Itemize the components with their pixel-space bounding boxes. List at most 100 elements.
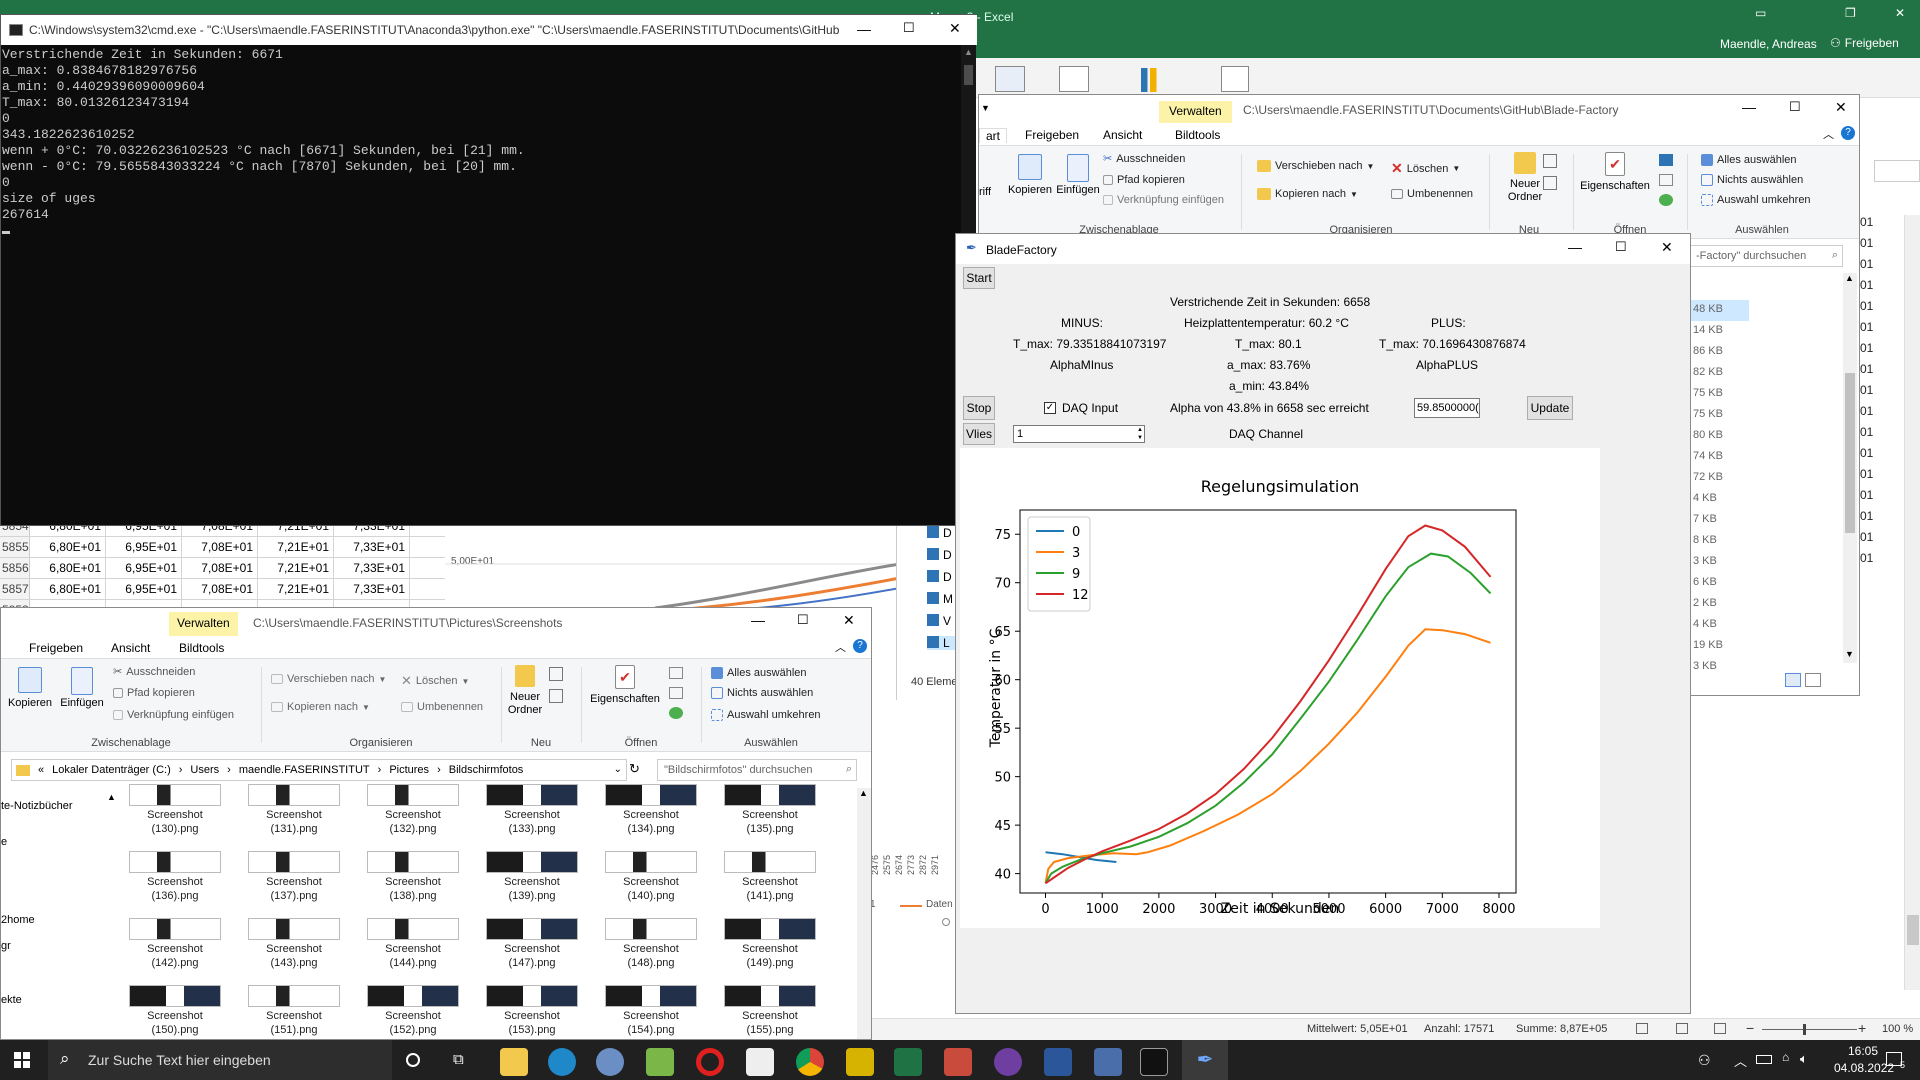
status-sum[interactable]: Summe: 8,87E+05 bbox=[1516, 1023, 1607, 1035]
file-thumbnail[interactable]: Screenshot (140).png bbox=[603, 851, 699, 903]
new-folder-button[interactable]: Neuer Ordner bbox=[505, 665, 545, 717]
tab-start[interactable]: art bbox=[979, 128, 1008, 143]
excel-cell[interactable]: 6,80E+01 bbox=[30, 558, 106, 578]
files-vscroll[interactable]: ▲ bbox=[857, 788, 871, 1039]
excel-cell[interactable]: 7,21E+01 bbox=[258, 579, 334, 599]
scroll-down-icon[interactable]: ▼ bbox=[1845, 649, 1854, 659]
refresh-icon[interactable]: ↻ bbox=[629, 761, 640, 777]
scroll-thumb[interactable] bbox=[1845, 373, 1855, 533]
update-button[interactable]: Update bbox=[1527, 396, 1573, 420]
paste-button[interactable]: Einfügen bbox=[1051, 154, 1105, 196]
quick-access-dropdown-icon[interactable]: ▼ bbox=[981, 103, 990, 113]
scroll-up-icon[interactable]: ▲ bbox=[964, 47, 973, 57]
copy-button[interactable]: Kopieren bbox=[1005, 154, 1055, 196]
breadcrumb-drive[interactable]: Lokaler Datenträger (C:) bbox=[52, 764, 171, 776]
excel-edge-cell[interactable]: 01 bbox=[1860, 278, 1880, 299]
windows-start-icon[interactable] bbox=[14, 1052, 30, 1068]
file-explorer-icon[interactable] bbox=[500, 1048, 528, 1076]
cut-button[interactable]: ✂ Ausschneiden bbox=[1103, 152, 1185, 166]
notepad-plus-icon[interactable] bbox=[646, 1048, 674, 1076]
ribbon-collapse-icon[interactable]: ︿ bbox=[1823, 126, 1834, 142]
select-all-button[interactable]: Alles auswählen bbox=[1701, 154, 1797, 166]
zoom-slider[interactable] bbox=[1762, 1029, 1857, 1030]
maximize-icon[interactable]: ☐ bbox=[797, 612, 809, 628]
excel-edge-cell[interactable]: 01 bbox=[1860, 551, 1880, 572]
excel-cell[interactable]: 7,33E+01 bbox=[334, 579, 410, 599]
file-thumbnail[interactable]: Screenshot (144).png bbox=[365, 918, 461, 970]
excel-edge-cell[interactable]: 01 bbox=[1860, 257, 1880, 278]
help-icon[interactable]: ? bbox=[853, 639, 867, 653]
copy-path-button[interactable]: Pfad kopieren bbox=[113, 687, 195, 699]
tab-picture-tools[interactable]: Bildtools bbox=[1171, 128, 1225, 142]
volume-icon[interactable]: 🔈︎ bbox=[1800, 1051, 1808, 1067]
ribbon-collapse-icon[interactable]: ︿ bbox=[835, 639, 846, 655]
delete-button[interactable]: ✕ Löschen ▼ bbox=[1391, 160, 1460, 177]
zoom-out-icon[interactable]: − bbox=[1746, 1020, 1754, 1036]
people-icon[interactable]: ⚇ bbox=[1698, 1052, 1711, 1069]
excel-edge-cell[interactable]: 01 bbox=[1860, 509, 1880, 530]
minimize-icon[interactable]: — bbox=[1742, 99, 1756, 115]
zoom-level[interactable]: 100 % bbox=[1882, 1023, 1913, 1035]
excel-cell[interactable]: 7,08E+01 bbox=[182, 558, 258, 578]
excel-edge-cell[interactable]: 01 bbox=[1860, 215, 1880, 236]
address-dropdown-icon[interactable]: ⌄ bbox=[614, 764, 622, 775]
excel-vscrollbar[interactable] bbox=[1904, 215, 1920, 990]
file-thumbnail[interactable]: Screenshot (152).png bbox=[365, 985, 461, 1037]
bar-chart-icon[interactable] bbox=[1141, 68, 1163, 92]
paste-button[interactable]: Einfügen bbox=[55, 667, 109, 709]
app-icon[interactable] bbox=[746, 1048, 774, 1076]
search-box[interactable]: "Bildschirmfotos" durchsuchen ⌕ bbox=[657, 759, 857, 781]
excel-user[interactable]: Maendle, Andreas bbox=[1720, 37, 1817, 51]
excel-edge-cell[interactable]: 01 bbox=[1860, 236, 1880, 257]
page-break-icon[interactable] bbox=[1714, 1023, 1726, 1034]
excel-icon[interactable] bbox=[894, 1048, 922, 1076]
help-icon[interactable]: ? bbox=[1841, 126, 1855, 140]
excel-edge-cell[interactable]: 01 bbox=[1860, 446, 1880, 467]
close-icon[interactable]: ✕ bbox=[949, 20, 961, 37]
history-icon[interactable] bbox=[669, 707, 683, 719]
excel-cell[interactable]: 7,33E+01 bbox=[334, 558, 410, 578]
maximize-icon[interactable]: ☐ bbox=[1615, 239, 1627, 255]
battery-icon[interactable] bbox=[1756, 1055, 1772, 1064]
excel-cell[interactable]: 6,95E+01 bbox=[106, 537, 182, 557]
row-header[interactable]: 5856 bbox=[0, 558, 30, 578]
scroll-thumb[interactable] bbox=[964, 65, 973, 85]
excel-edge-cell[interactable]: 01 bbox=[1860, 530, 1880, 551]
file-thumbnail[interactable]: Screenshot (154).png bbox=[603, 985, 699, 1037]
spin-arrows-icon[interactable]: ▲ ▼ bbox=[1137, 426, 1143, 442]
python-feather-icon[interactable]: ✒ bbox=[1182, 1040, 1228, 1080]
file-thumbnail[interactable]: Screenshot (135).png bbox=[722, 784, 818, 836]
excel-cell[interactable]: 7,33E+01 bbox=[334, 537, 410, 557]
excel-cell[interactable]: 7,21E+01 bbox=[258, 558, 334, 578]
task-view-icon[interactable]: ⧉ bbox=[453, 1051, 464, 1068]
select-none-button[interactable]: Nichts auswählen bbox=[711, 687, 813, 699]
normal-view-icon[interactable] bbox=[1636, 1023, 1648, 1034]
zoom-in-icon[interactable]: + bbox=[1858, 1020, 1866, 1036]
taskbar-search[interactable]: ⌕ Zur Suche Text hier eingeben bbox=[48, 1040, 392, 1080]
file-thumbnail[interactable]: Screenshot (141).png bbox=[722, 851, 818, 903]
channel-spinbox[interactable]: 1 ▲ ▼ bbox=[1013, 425, 1145, 443]
invert-selection-button[interactable]: Auswahl umkehren bbox=[711, 709, 821, 721]
word-icon[interactable] bbox=[1044, 1048, 1072, 1076]
excel-edge-cell[interactable]: 01 bbox=[1860, 467, 1880, 488]
minimize-icon[interactable]: — bbox=[857, 21, 871, 37]
nav-item[interactable]: e bbox=[1, 836, 7, 848]
scroll-up-icon[interactable]: ▲ bbox=[1845, 273, 1854, 283]
easy-access-icon[interactable] bbox=[1543, 176, 1557, 190]
delete-button[interactable]: ✕ Löschen ▼ bbox=[401, 673, 469, 689]
select-none-button[interactable]: Nichts auswählen bbox=[1701, 174, 1803, 186]
invert-selection-button[interactable]: Auswahl umkehren bbox=[1701, 194, 1811, 206]
tiles-view-icon[interactable] bbox=[1805, 673, 1821, 687]
maximize-icon[interactable]: ☐ bbox=[1789, 99, 1801, 115]
excel-share-button[interactable]: ⚇ Freigeben bbox=[1830, 36, 1899, 50]
tab-share[interactable]: Freigeben bbox=[1025, 128, 1079, 142]
row-header[interactable]: 5857 bbox=[0, 579, 30, 599]
file-thumbnail[interactable]: Screenshot (138).png bbox=[365, 851, 461, 903]
tab-view[interactable]: Ansicht bbox=[111, 641, 150, 655]
file-thumbnail[interactable]: Screenshot (131).png bbox=[246, 784, 342, 836]
breadcrumb-screenshots[interactable]: Bildschirmfotos bbox=[449, 764, 524, 776]
easy-access-icon[interactable] bbox=[549, 689, 563, 703]
side-list-item[interactable]: D bbox=[927, 526, 952, 540]
side-list-item[interactable]: D bbox=[927, 548, 952, 562]
file-thumbnail[interactable]: Screenshot (147).png bbox=[484, 918, 580, 970]
